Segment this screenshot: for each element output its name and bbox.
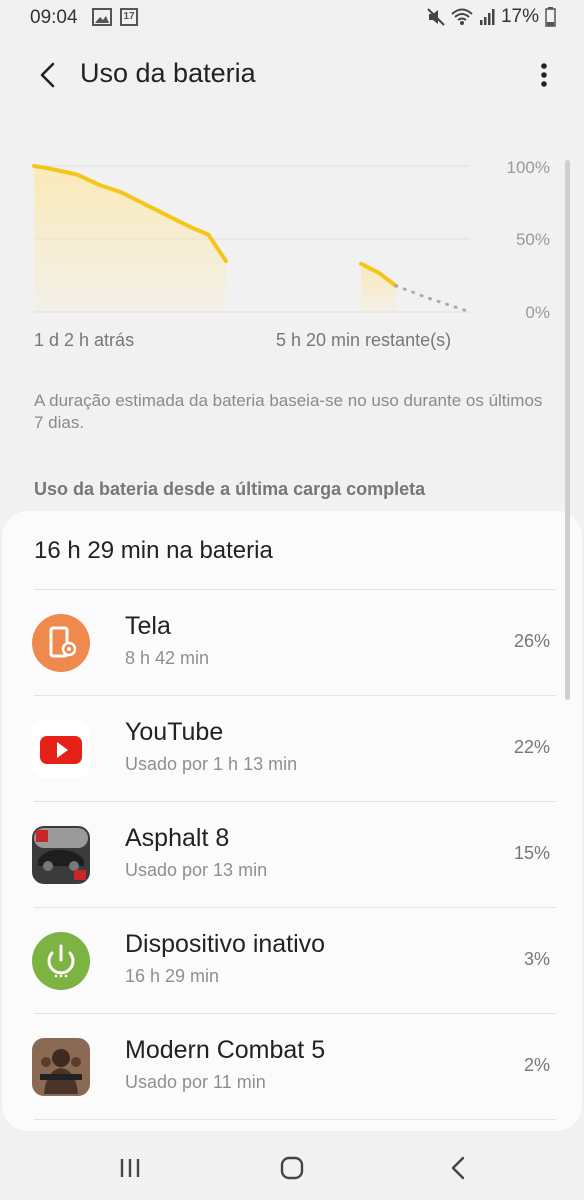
item-percent: 15%	[513, 843, 550, 863]
status-time: 09:04	[30, 7, 78, 28]
y-tick-0: 0%	[525, 303, 550, 322]
list-item-dispositivo-inativo[interactable]: Dispositivo inativo 16 h 29 min 3%	[2, 908, 582, 1013]
scrollbar[interactable]	[565, 160, 570, 700]
item-percent: 22%	[513, 737, 550, 757]
home-icon	[280, 1156, 304, 1180]
calendar-icon: 17	[120, 8, 138, 26]
list-item-tela[interactable]: Tela 8 h 42 min 26%	[2, 590, 582, 695]
nav-back-button[interactable]	[428, 1148, 488, 1188]
power-icon	[32, 932, 90, 990]
divider	[34, 1119, 556, 1120]
recent-apps-icon	[120, 1159, 140, 1177]
more-options-button[interactable]	[534, 58, 554, 92]
series-area-0	[34, 166, 226, 312]
item-detail: Usado por 13 min	[125, 860, 268, 880]
item-percent: 2%	[523, 1055, 550, 1075]
youtube-icon	[32, 720, 90, 778]
estimate-note: A duração estimada da bateria baseia-se …	[34, 391, 543, 432]
x-label-end: 5 h 20 min restante(s)	[276, 330, 452, 350]
battery-chart: 100% 50% 0% 1 d 2 h atrás 5 h 20 min res…	[0, 130, 584, 360]
app-header: Uso da bateria	[0, 44, 584, 108]
item-name: Tela	[125, 612, 171, 640]
item-detail: Usado por 11 min	[125, 1072, 266, 1092]
recent-apps-button[interactable]	[100, 1148, 160, 1188]
back-icon	[451, 1156, 465, 1180]
item-percent: 26%	[513, 631, 550, 651]
asphalt-8-icon	[32, 826, 90, 884]
battery-chart-svg	[32, 164, 472, 314]
series-line-2	[394, 284, 472, 314]
status-bar: 09:04 17 17%	[0, 0, 584, 36]
list-item-asphalt-8[interactable]: Asphalt 8 Usado por 13 min 15%	[2, 802, 582, 907]
back-button[interactable]	[32, 58, 62, 92]
item-name: Dispositivo inativo	[125, 930, 326, 958]
screen-settings-icon	[32, 614, 90, 672]
battery-icon	[545, 7, 556, 27]
item-detail: Usado por 1 h 13 min	[125, 754, 298, 774]
item-name: Asphalt 8	[125, 824, 230, 852]
more-vert-icon	[541, 63, 547, 87]
battery-percent: 17%	[500, 6, 539, 27]
signal-icon	[479, 9, 495, 25]
item-detail: 16 h 29 min	[125, 966, 220, 986]
section-title: Uso da bateria desde a última carga comp…	[34, 479, 426, 499]
y-tick-100: 100%	[506, 158, 550, 177]
navigation-bar	[0, 1138, 584, 1200]
x-label-start: 1 d 2 h atrás	[34, 330, 135, 350]
y-tick-50: 50%	[515, 230, 550, 249]
list-item-youtube[interactable]: YouTube Usado por 1 h 13 min 22%	[2, 696, 582, 801]
item-percent: 3%	[523, 949, 550, 969]
back-arrow-icon	[40, 62, 55, 88]
image-icon	[92, 8, 112, 26]
page-title: Uso da bateria	[80, 58, 256, 88]
item-name: YouTube	[125, 718, 224, 746]
wifi-icon	[451, 8, 473, 25]
item-detail: 8 h 42 min	[125, 648, 210, 668]
total-on-battery: 16 h 29 min na bateria	[34, 537, 273, 564]
list-item-modern-combat-5[interactable]: Modern Combat 5 Usado por 11 min 2%	[2, 1014, 582, 1119]
mute-icon	[427, 8, 445, 26]
usage-card: 16 h 29 min na bateria Tela 8 h 42 min 2…	[2, 511, 582, 1131]
home-button[interactable]	[262, 1148, 322, 1188]
item-name: Modern Combat 5	[125, 1036, 326, 1064]
modern-combat-5-icon	[32, 1038, 90, 1096]
